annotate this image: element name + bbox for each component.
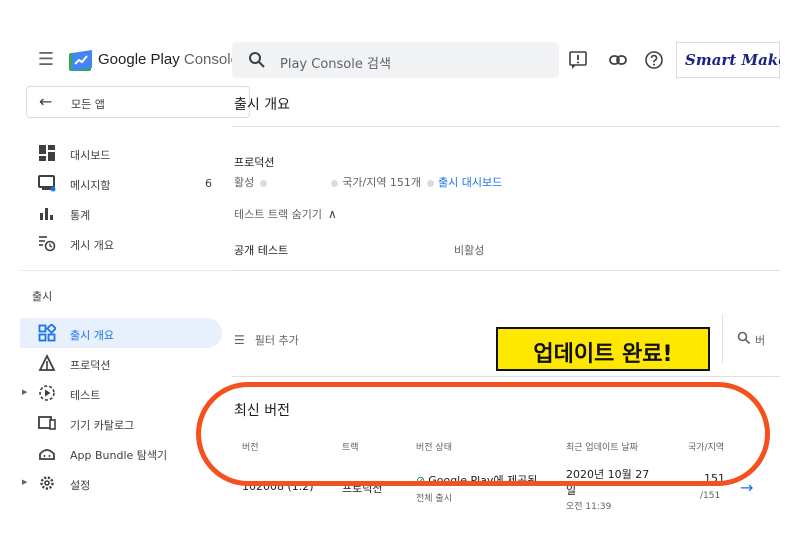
add-filter-button[interactable]: ☰ 필터 추가 bbox=[234, 332, 299, 348]
sidebar-item-statistics[interactable]: 통계 bbox=[20, 198, 222, 228]
sidebar-item-label: 게시 개요 bbox=[70, 239, 114, 252]
divider bbox=[232, 376, 780, 377]
product-name-suffix: Console bbox=[179, 51, 239, 68]
play-console-logo bbox=[69, 50, 92, 71]
sidebar-item-publishing-overview[interactable]: 게시 개요 bbox=[20, 228, 222, 258]
status-dot-icon bbox=[260, 179, 268, 187]
back-button-label: 모든 앱 bbox=[71, 98, 105, 111]
release-dashboard-link[interactable]: 출시 대시보드 bbox=[438, 176, 502, 189]
chevron-up-icon: ∧ bbox=[327, 207, 337, 221]
link-icon[interactable] bbox=[608, 50, 628, 70]
sidebar-item-label: App Bundle 탐색기 bbox=[70, 449, 168, 462]
production-status-line: 활성 국가/지역 151개 출시 대시보드 bbox=[234, 174, 502, 190]
sidebar-item-testing[interactable]: ▶ 테스트 bbox=[20, 378, 222, 408]
sidebar-item-label: 대시보드 bbox=[70, 149, 111, 162]
sidebar-item-bundle-explorer[interactable]: App Bundle 탐색기 bbox=[20, 438, 222, 468]
row-countries-bottom: /151 bbox=[700, 491, 721, 501]
sidebar-item-release-overview[interactable]: 출시 개요 bbox=[20, 318, 222, 348]
sidebar-item-label: 기기 카탈로그 bbox=[70, 419, 135, 432]
expand-triangle-icon[interactable]: ▶ bbox=[22, 388, 27, 396]
sidebar-item-production[interactable]: 프로덕션 bbox=[20, 348, 222, 378]
product-name-prefix: Google Play bbox=[98, 51, 180, 68]
arrow-right-icon[interactable]: → bbox=[740, 478, 753, 497]
search-icon bbox=[249, 52, 265, 68]
sidebar-item-device-catalog[interactable]: 기기 카탈로그 bbox=[20, 408, 222, 438]
open-testing-label: 공개 테스트 bbox=[234, 244, 289, 257]
sidebar-item-label: 출시 개요 bbox=[70, 329, 114, 342]
sidebar-divider bbox=[20, 270, 232, 271]
expand-triangle-icon[interactable]: ▶ bbox=[22, 478, 27, 486]
hide-test-tracks-toggle[interactable]: 테스트 트랙 숨기기 ∧ bbox=[234, 206, 337, 222]
row-time: 오전 11:39 bbox=[566, 502, 612, 510]
sidebar-item-label: 테스트 bbox=[70, 389, 101, 402]
sidebar-section-release: 출시 bbox=[32, 290, 53, 303]
dashboard-icon bbox=[39, 145, 55, 161]
product-name: Google Play Console bbox=[98, 51, 239, 68]
production-label: 프로덕션 bbox=[234, 156, 275, 169]
sidebar-item-label: 설정 bbox=[70, 479, 91, 492]
testing-icon bbox=[39, 385, 55, 401]
search-placeholder[interactable]: Play Console 검색 bbox=[280, 53, 391, 72]
filter-icon: ☰ bbox=[234, 333, 245, 347]
status-dot-icon bbox=[331, 179, 339, 187]
publishing-icon bbox=[39, 236, 56, 252]
device-catalog-icon bbox=[38, 416, 56, 430]
sidebar-item-settings[interactable]: ▶ 설정 bbox=[20, 468, 222, 498]
top-app-bar: ☰ Google Play Console Play Console 검색 Sm… bbox=[20, 40, 780, 82]
highlight-ring bbox=[196, 382, 770, 486]
menu-icon[interactable]: ☰ bbox=[36, 50, 56, 70]
countries-count: 국가/지역 151개 bbox=[342, 176, 422, 189]
sidebar-item-label: 통계 bbox=[70, 209, 91, 222]
side-search-field[interactable]: 버 bbox=[722, 314, 780, 364]
gear-icon bbox=[40, 476, 54, 490]
filter-label: 필터 추가 bbox=[254, 334, 299, 347]
inbox-count-badge: 6 bbox=[205, 177, 212, 190]
search-bar[interactable]: Play Console 검색 bbox=[232, 42, 559, 78]
help-icon[interactable] bbox=[644, 50, 664, 70]
divider bbox=[232, 126, 780, 127]
divider bbox=[232, 270, 780, 271]
sidebar-item-label: 메시지함 bbox=[70, 179, 111, 192]
status-dot-icon bbox=[427, 179, 435, 187]
brand-name: Smart Maker bbox=[685, 51, 780, 69]
back-to-all-apps-button[interactable]: ← 모든 앱 bbox=[26, 86, 250, 118]
release-overview-icon bbox=[38, 324, 56, 342]
page-title: 출시 개요 bbox=[234, 97, 290, 113]
row-status-sub: 전체 출시 bbox=[416, 494, 452, 504]
back-arrow-icon: ← bbox=[39, 92, 53, 111]
sidebar-item-label: 프로덕션 bbox=[70, 359, 111, 372]
search-icon bbox=[737, 331, 751, 345]
hide-tracks-label: 테스트 트랙 숨기기 bbox=[234, 208, 322, 221]
inbox-icon bbox=[38, 175, 56, 192]
open-testing-status: 비활성 bbox=[454, 244, 485, 257]
callout-text: 업데이트 완료! bbox=[533, 342, 673, 367]
update-complete-callout: 업데이트 완료! bbox=[496, 327, 710, 371]
production-icon bbox=[38, 354, 56, 371]
sidebar-item-inbox[interactable]: 메시지함 6 bbox=[20, 168, 222, 198]
sidebar-item-dashboard[interactable]: 대시보드 bbox=[20, 138, 222, 168]
bundle-explorer-icon bbox=[39, 449, 55, 460]
feedback-icon[interactable] bbox=[568, 50, 588, 70]
side-search-text: 버 bbox=[755, 334, 766, 347]
account-brand-box[interactable]: Smart Maker bbox=[676, 42, 780, 78]
bar-chart-icon bbox=[40, 208, 53, 220]
production-status: 활성 bbox=[234, 176, 255, 189]
